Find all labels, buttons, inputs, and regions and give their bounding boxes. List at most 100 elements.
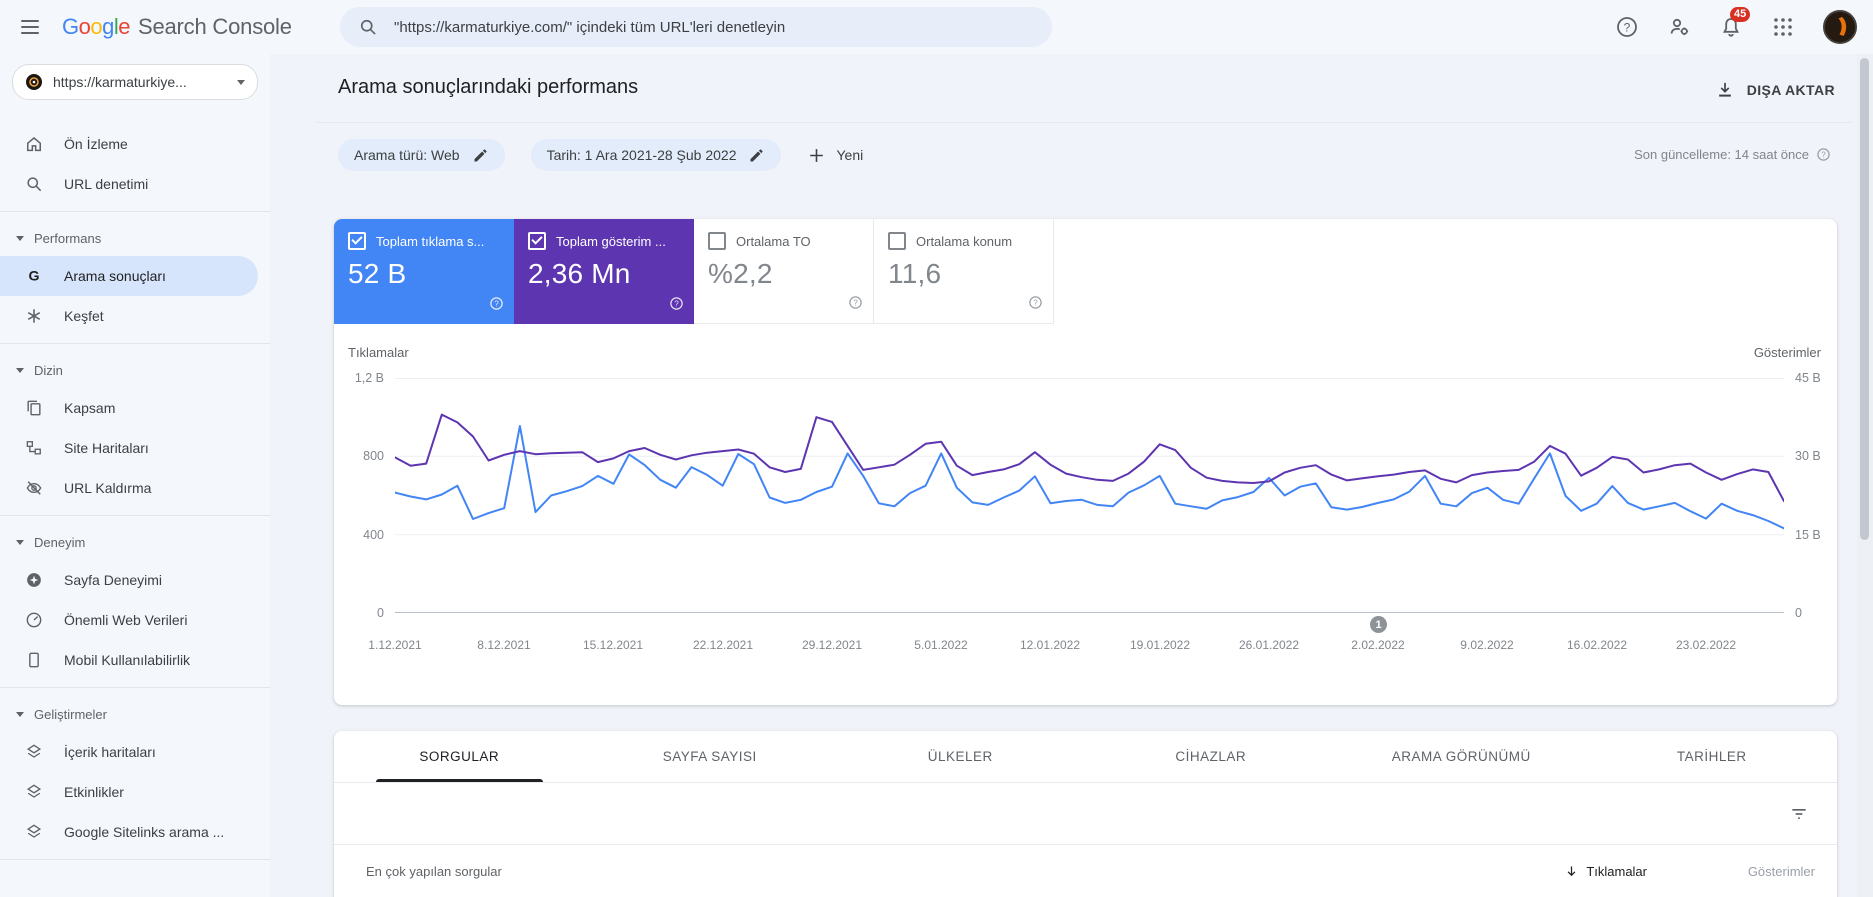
sidebar-item-arama-sonuçları[interactable]: G Arama sonuçları	[0, 256, 258, 296]
svg-text:?: ?	[1821, 150, 1826, 159]
filter-icon[interactable]	[1789, 804, 1809, 824]
sidebar-item-site-haritaları[interactable]: Site Haritaları	[0, 428, 258, 468]
sort-desc-icon	[1567, 866, 1576, 877]
metric-card-1[interactable]: Toplam gösterim ... 2,36 Mn ?	[514, 219, 694, 324]
card-label: Toplam tıklama s...	[376, 233, 485, 249]
help-icon[interactable]: ?	[1816, 147, 1831, 162]
add-icon	[810, 148, 824, 162]
x-axis-date: 23.02.2022	[1675, 638, 1737, 652]
property-label: https://karmaturkiye...	[53, 74, 187, 90]
sidebar-item-url-denetimi[interactable]: URL denetimi	[0, 164, 258, 204]
new-filter-button[interactable]: Yeni	[807, 146, 863, 165]
sidebar-item-mobil-kullanılabilirlik[interactable]: Mobil Kullanılabilirlik	[0, 640, 258, 680]
x-axis-date: 5.01.2022	[914, 638, 968, 652]
help-icon[interactable]: ?	[669, 296, 684, 316]
google-logo: Google	[62, 14, 131, 39]
performance-chart-panel: Toplam tıklama s... 52 B ? Toplam göster…	[334, 219, 1837, 705]
right-tick: 0	[1795, 606, 1802, 620]
svg-text:?: ?	[1624, 20, 1631, 34]
help-icon[interactable]: ?	[1615, 15, 1639, 39]
search-icon	[358, 17, 378, 37]
scrollbar-thumb[interactable]	[1860, 58, 1869, 540]
column-impressions[interactable]: Gösterimler	[1737, 864, 1815, 879]
export-button[interactable]: DIŞA AKTAR	[1715, 80, 1835, 100]
help-icon[interactable]: ?	[489, 296, 504, 316]
right-tick: 45 B	[1795, 371, 1821, 385]
table-header-row: En çok yapılan sorgular Tıklamalar Göste…	[334, 845, 1837, 897]
sidebar-divider	[0, 515, 270, 516]
card-checkbox[interactable]	[708, 232, 726, 250]
tab-tari-hler[interactable]: TARİHLER	[1587, 731, 1838, 782]
left-axis-title: Tıklamalar	[348, 345, 409, 360]
x-axis-date: 12.01.2022	[1019, 638, 1081, 652]
tab-arama-görünümü[interactable]: ARAMA GÖRÜNÜMÜ	[1336, 731, 1587, 782]
metric-card-3[interactable]: Ortalama konum 11,6 ?	[874, 219, 1054, 324]
sidebar-item-etkinlikler[interactable]: Etkinlikler	[0, 772, 258, 812]
notifications-icon[interactable]: 45	[1719, 7, 1751, 39]
card-value: 52 B	[348, 258, 407, 289]
manage-users-icon[interactable]	[1667, 15, 1691, 39]
last-update: Son güncelleme: 14 saat önce ?	[1634, 147, 1831, 162]
sidebar-item-google-sitelinks-arama-[interactable]: Google Sitelinks arama ...	[0, 812, 258, 852]
filter-chip-search-type[interactable]: Arama türü: Web	[338, 139, 505, 171]
suite-name: Search Console	[138, 14, 292, 39]
card-checkbox[interactable]	[348, 232, 366, 250]
card-value: 11,6	[888, 258, 942, 289]
tab-ci-hazlar[interactable]: CİHAZLAR	[1086, 731, 1337, 782]
x-axis-date: 22.12.2021	[692, 638, 754, 652]
right-axis-title: Gösterimler	[1753, 345, 1821, 360]
left-tick: 1,2 B	[354, 371, 384, 385]
avatar[interactable]	[1823, 10, 1857, 44]
section-caret-icon	[16, 235, 24, 241]
sidebar-section-performans[interactable]: Performans	[0, 220, 270, 256]
sidebar-divider	[0, 687, 270, 688]
card-label: Ortalama konum	[916, 233, 1013, 249]
sitemap-icon	[24, 438, 44, 458]
x-axis-date: 15.12.2021	[582, 638, 644, 652]
help-icon[interactable]: ?	[1028, 295, 1043, 315]
sidebar-item-url-kaldırma[interactable]: URL Kaldırma	[0, 468, 258, 508]
sidebar-item-ön-i-zleme[interactable]: Ön İzleme	[0, 124, 258, 164]
search-input[interactable]	[392, 17, 996, 37]
search-console-app: Google Search Console ?	[0, 0, 1873, 897]
url-inspect-search[interactable]	[340, 7, 1052, 47]
right-tick: 15 B	[1795, 527, 1821, 542]
edit-icon	[474, 148, 487, 162]
property-favicon	[26, 74, 42, 90]
card-checkbox[interactable]	[888, 232, 906, 250]
card-value: %2,2	[708, 258, 773, 289]
column-queries[interactable]: En çok yapılan sorgular	[366, 864, 1564, 879]
help-icon[interactable]: ?	[848, 295, 863, 315]
metric-card-0[interactable]: Toplam tıklama s... 52 B ?	[334, 219, 514, 324]
product-logo[interactable]: Google Search Console	[62, 14, 292, 40]
apps-grid-icon[interactable]	[1771, 15, 1795, 39]
sidebar-section-dizin[interactable]: Dizin	[0, 352, 270, 388]
edit-icon	[750, 148, 764, 162]
sidebar-item-sayfa-deneyimi[interactable]: Sayfa Deneyimi	[0, 560, 258, 600]
scrollbar-track[interactable]	[1857, 54, 1873, 897]
menu-icon[interactable]	[18, 15, 42, 39]
tab-sayfa-sayisi[interactable]: SAYFA SAYISI	[585, 731, 836, 782]
line-chart[interactable]	[395, 378, 1784, 613]
sidebar-item-kapsam[interactable]: Kapsam	[0, 388, 258, 428]
tab-sorgular[interactable]: SORGULAR	[334, 731, 585, 782]
sidebar-item-i-çerik-haritaları[interactable]: İçerik haritaları	[0, 732, 258, 772]
notification-badge: 45	[1730, 7, 1751, 22]
metric-card-2[interactable]: Ortalama TO %2,2 ?	[694, 219, 874, 324]
section-caret-icon	[16, 367, 24, 373]
sidebar-section-deneyim[interactable]: Deneyim	[0, 524, 270, 560]
property-selector[interactable]: https://karmaturkiye...	[12, 64, 258, 100]
tab-ülkeler[interactable]: ÜLKELER	[835, 731, 1086, 782]
card-checkbox[interactable]	[528, 232, 546, 250]
sidebar-item-keşfet[interactable]: Keşfet	[0, 296, 258, 336]
g-icon: G	[24, 266, 44, 286]
x-axis-date: 8.12.2021	[477, 638, 531, 652]
column-clicks[interactable]: Tıklamalar	[1564, 864, 1647, 879]
left-tick: 400	[363, 527, 384, 542]
sidebar-section-geliştirmeler[interactable]: Geliştirmeler	[0, 696, 270, 732]
metric-cards: Toplam tıklama s... 52 B ? Toplam göster…	[334, 219, 1837, 324]
chart-annotation-marker[interactable]: 1	[1370, 616, 1387, 633]
filter-chip-date[interactable]: Tarih: 1 Ara 2021-28 Şub 2022	[530, 139, 782, 171]
home-icon	[24, 134, 44, 154]
sidebar-item-önemli-web-verileri[interactable]: Önemli Web Verileri	[0, 600, 258, 640]
